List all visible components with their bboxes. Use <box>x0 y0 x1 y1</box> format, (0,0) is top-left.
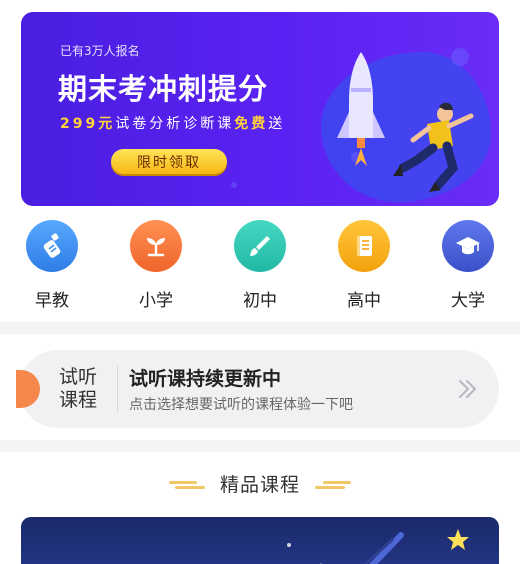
trial-course-card[interactable]: 试听 课程 试听课持续更新中 点击选择想要试听的课程体验一下吧 <box>16 350 499 428</box>
banner-promo-free: 免费 <box>234 116 269 132</box>
section-divider <box>0 440 520 452</box>
section-title: 精品课程 <box>219 474 300 496</box>
course-card-illustration <box>287 529 469 564</box>
banner-promo-price: 299元 <box>60 116 116 132</box>
category-label: 高中 <box>347 291 381 311</box>
heading-decor-left <box>168 479 205 489</box>
star-icon <box>447 529 469 550</box>
runner-figure <box>393 102 474 192</box>
rocket-icon <box>337 52 385 166</box>
banner-subtitle: 已有3万人报名 <box>60 44 140 58</box>
banner-promo-end: 送 <box>268 116 286 132</box>
book-icon <box>338 220 390 272</box>
banner-decor-dot <box>231 182 237 188</box>
category-primary-school[interactable]: 小学 <box>116 220 196 311</box>
promo-banner[interactable]: 已有3万人报名 期末考冲刺提分 299元试卷分析诊断课免费送 限时领取 <box>21 12 499 206</box>
banner-promo-mid: 试卷分析诊断课 <box>115 116 235 132</box>
bottle-icon <box>26 220 78 272</box>
banner-title: 期末考冲刺提分 <box>58 72 269 106</box>
claim-now-button[interactable]: 限时领取 <box>111 149 227 174</box>
category-label: 初中 <box>243 291 277 311</box>
category-label: 小学 <box>139 291 173 311</box>
trial-title: 试听课持续更新中 <box>129 368 282 390</box>
graduation-cap-icon <box>442 220 494 272</box>
section-divider <box>0 322 520 334</box>
trial-tag-line2: 课程 <box>58 389 97 411</box>
trial-tag: 试听 课程 <box>56 366 100 412</box>
trial-tag-line1: 试听 <box>58 366 97 388</box>
featured-course-card[interactable] <box>21 517 499 564</box>
brush-icon <box>234 220 286 272</box>
trial-separator <box>117 366 118 412</box>
heading-decor-right <box>315 479 352 489</box>
category-university[interactable]: 大学 <box>428 220 508 311</box>
category-middle-school[interactable]: 初中 <box>220 220 300 311</box>
category-label: 大学 <box>451 291 485 311</box>
section-heading: 精品课程 <box>0 470 520 497</box>
sprout-icon <box>130 220 182 272</box>
double-chevron-right-icon[interactable] <box>455 376 481 402</box>
banner-promo-line: 299元试卷分析诊断课免费送 <box>60 113 285 133</box>
trial-accent-mark <box>16 370 40 408</box>
category-label: 早教 <box>35 291 69 311</box>
category-early-education[interactable]: 早教 <box>12 220 92 311</box>
trial-description: 点击选择想要试听的课程体验一下吧 <box>129 397 353 413</box>
category-high-school[interactable]: 高中 <box>324 220 404 311</box>
runner-rocket-illustration <box>337 52 474 192</box>
